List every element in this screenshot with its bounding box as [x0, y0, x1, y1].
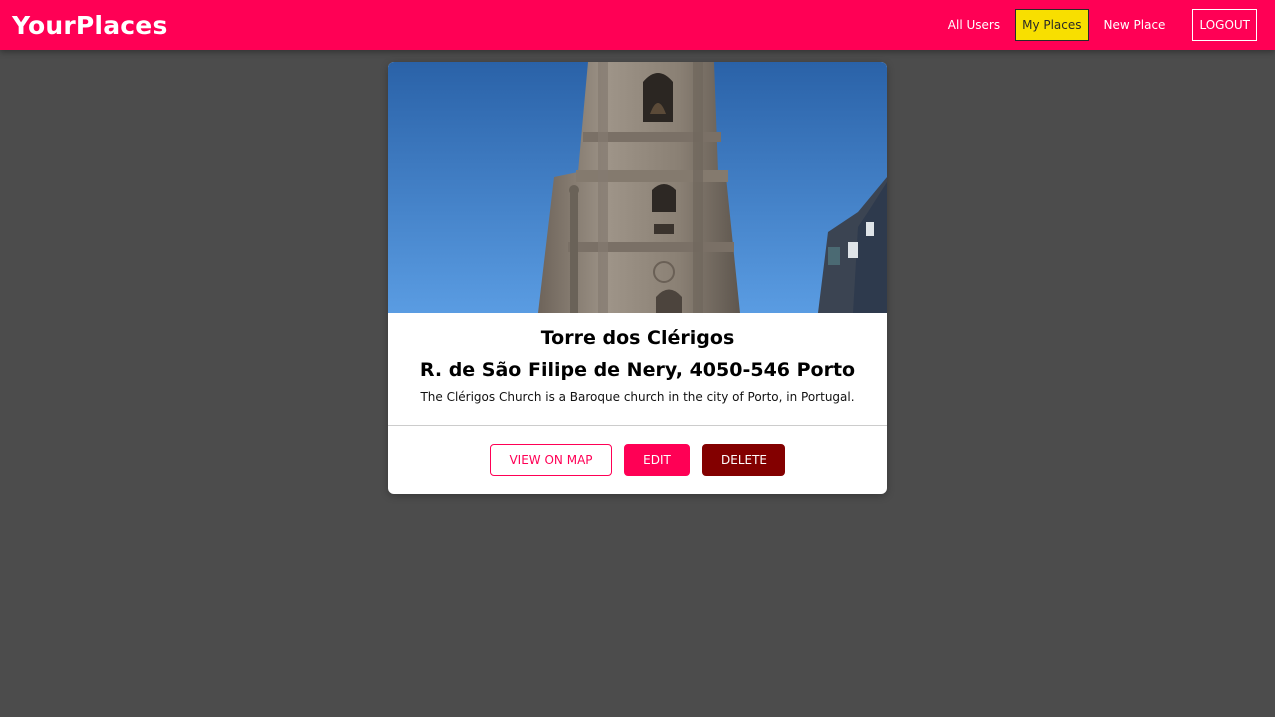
place-actions: VIEW ON MAP EDIT DELETE — [388, 425, 887, 494]
logout-button[interactable]: LOGOUT — [1192, 9, 1257, 41]
place-card: Torre dos Clérigos R. de São Filipe de N… — [388, 62, 887, 494]
nav-my-places[interactable]: My Places — [1015, 9, 1089, 41]
main-navigation: All Users My Places New Place LOGOUT — [933, 9, 1257, 41]
main-header: YourPlaces All Users My Places New Place… — [0, 0, 1275, 50]
tower-photo — [388, 62, 887, 313]
place-description: The Clérigos Church is a Baroque church … — [420, 390, 855, 404]
place-info: Torre dos Clérigos R. de São Filipe de N… — [388, 313, 887, 413]
view-on-map-button[interactable]: VIEW ON MAP — [490, 444, 612, 476]
place-address: R. de São Filipe de Nery, 4050-546 Porto — [419, 359, 856, 381]
delete-button[interactable]: DELETE — [702, 444, 785, 476]
nav-all-users[interactable]: All Users — [941, 9, 1007, 41]
place-title: Torre dos Clérigos — [540, 327, 735, 349]
brand-logo-link[interactable]: YourPlaces — [12, 11, 168, 40]
edit-button[interactable]: EDIT — [624, 444, 690, 476]
nav-new-place[interactable]: New Place — [1097, 9, 1173, 41]
place-image — [388, 62, 887, 313]
